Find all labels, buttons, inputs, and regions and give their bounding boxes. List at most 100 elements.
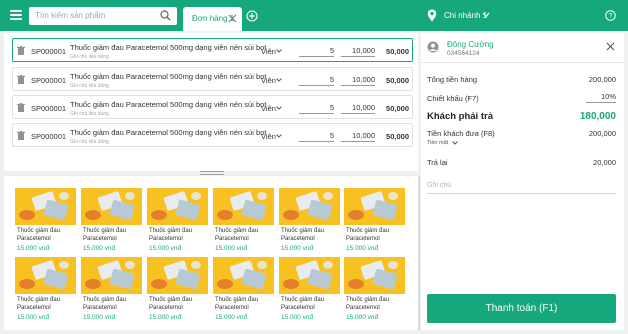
payable-label: Khách phải trả	[427, 111, 493, 122]
quantity-input[interactable]: 5	[299, 131, 334, 142]
chevron-down-icon[interactable]	[276, 134, 282, 138]
product-card[interactable]: Thuốc giảm đau Paracetemol 500mg... 15.00…	[344, 257, 405, 321]
cart-row[interactable]: SP000001 Thuốc giảm đau Paracetemol 500m…	[12, 123, 413, 147]
cart-row[interactable]: SP000001 Thuốc giảm đau Paracetemol 500m…	[12, 38, 413, 62]
product-name: Thuốc giảm đau Paracetemol 500mg dạng vi…	[70, 72, 267, 81]
product-image	[147, 188, 208, 225]
resize-handle[interactable]	[200, 171, 224, 175]
change-label: Trả lại	[427, 158, 448, 167]
checkout-button[interactable]: Thanh toán (F1)	[427, 294, 616, 323]
search-input[interactable]: Tìm kiếm sản phẩm	[29, 7, 177, 25]
product-card-name: Thuốc giảm đau Paracetemol 500mg...	[346, 228, 390, 242]
divider	[421, 62, 624, 63]
dose-note[interactable]: Ghi chú liều dùng	[70, 54, 109, 60]
dose-note[interactable]: Ghi chú liều dùng	[70, 111, 109, 117]
help-icon[interactable]: ?	[605, 10, 616, 21]
chevron-down-icon[interactable]	[452, 141, 458, 145]
product-card[interactable]: Thuốc giảm đau Paracetemol 500mg... 15.00…	[81, 257, 142, 321]
quantity-input[interactable]: 5	[299, 103, 334, 114]
tab-order-1[interactable]: Đơn hàng 1	[183, 7, 242, 31]
product-card-name: Thuốc giảm đau Paracetemol 500mg...	[83, 228, 127, 242]
price-input[interactable]: 10,000	[341, 131, 375, 142]
add-tab-icon[interactable]	[246, 10, 258, 22]
chevron-down-icon[interactable]	[276, 106, 282, 110]
product-image	[279, 188, 340, 225]
trash-icon[interactable]	[17, 131, 25, 140]
price-input[interactable]: 10,000	[341, 103, 375, 114]
product-card-name: Thuốc giảm đau Paracetemol 500mg...	[83, 297, 127, 311]
menu-icon[interactable]	[10, 10, 22, 20]
product-image	[15, 188, 76, 225]
product-name: Thuốc giảm đau Paracetemol 500mg dạng vi…	[70, 128, 267, 137]
product-card-name: Thuốc giảm đau Paracetemol 500mg...	[17, 228, 61, 242]
price-input[interactable]: 10,000	[341, 46, 375, 57]
product-card-price: 15.000 vnđ	[17, 245, 50, 252]
note-underline	[427, 193, 616, 194]
price-input[interactable]: 10,000	[341, 75, 375, 86]
quantity-input[interactable]: 5	[299, 75, 334, 86]
product-image	[279, 257, 340, 294]
product-card-name: Thuốc giảm đau Paracetemol 500mg...	[281, 228, 325, 242]
cart-list: SP000001 Thuốc giảm đau Paracetemol 500m…	[4, 33, 418, 171]
paid-input[interactable]: 200,000	[589, 129, 616, 138]
product-card-price: 15.000 vnđ	[149, 314, 182, 321]
product-card[interactable]: Thuốc giảm đau Paracetemol 500mg... 15.00…	[213, 188, 274, 252]
product-grid: Thuốc giảm đau Paracetemol 500mg... 15.00…	[4, 176, 418, 330]
subtotal-value: 200,000	[588, 75, 616, 84]
line-total: 50,000	[386, 76, 409, 85]
product-card-price: 15.000 vnđ	[83, 245, 116, 252]
product-card[interactable]: Thuốc giảm đau Paracetemol 500mg... 15.00…	[213, 257, 274, 321]
product-code: SP000001	[31, 104, 67, 113]
product-image	[344, 257, 405, 294]
customer-name[interactable]: Đông Cường	[447, 40, 494, 49]
close-icon[interactable]	[606, 42, 615, 51]
product-card-name: Thuốc giảm đau Paracetemol 500mg...	[281, 297, 325, 311]
payment-method-select[interactable]: Tiền mặt	[427, 140, 448, 146]
close-tab-icon[interactable]	[228, 14, 237, 23]
product-image	[81, 188, 142, 225]
svg-text:?: ?	[609, 13, 613, 20]
product-card[interactable]: Thuốc giảm đau Paracetemol 500mg... 15.00…	[15, 257, 76, 321]
discount-input[interactable]: 10%	[586, 92, 616, 103]
search-icon[interactable]	[160, 10, 171, 21]
chevron-down-icon[interactable]	[482, 12, 490, 18]
chevron-down-icon[interactable]	[276, 49, 282, 53]
dose-note[interactable]: Ghi chú liều dùng	[70, 83, 109, 89]
branch-selector[interactable]: Chi nhánh 1	[444, 11, 487, 20]
trash-icon[interactable]	[17, 103, 25, 112]
product-card[interactable]: Thuốc giảm đau Paracetemol 500mg... 15.00…	[279, 188, 340, 252]
payment-panel: Đông Cường 034564124 Tổng tiền hàng 200,…	[421, 33, 624, 330]
line-total: 50,000	[386, 47, 409, 56]
product-card[interactable]: Thuốc giảm đau Paracetemol 500mg... 15.00…	[81, 188, 142, 252]
product-card-price: 15.000 vnđ	[215, 245, 248, 252]
product-card-price: 15.000 vnđ	[17, 314, 50, 321]
chevron-down-icon[interactable]	[276, 78, 282, 82]
note-input[interactable]: Ghi chú	[427, 182, 451, 189]
trash-icon[interactable]	[17, 75, 25, 84]
unit-select[interactable]: Viên	[261, 47, 276, 56]
product-card[interactable]: Thuốc giảm đau Paracetemol 500mg... 15.00…	[344, 188, 405, 252]
product-card-name: Thuốc giảm đau Paracetemol 500mg...	[17, 297, 61, 311]
unit-select[interactable]: Viên	[261, 76, 276, 85]
product-card[interactable]: Thuốc giảm đau Paracetemol 500mg... 15.00…	[147, 188, 208, 252]
unit-select[interactable]: Viên	[261, 132, 276, 141]
product-image	[213, 257, 274, 294]
product-card-name: Thuốc giảm đau Paracetemol 500mg...	[149, 297, 193, 311]
scrollbar[interactable]	[418, 176, 420, 330]
payable-value: 180,000	[579, 111, 616, 122]
customer-phone: 034564124	[447, 50, 480, 57]
cart-row[interactable]: SP000001 Thuốc giảm đau Paracetemol 500m…	[12, 95, 413, 119]
product-card[interactable]: Thuốc giảm đau Paracetemol 500mg... 15.00…	[147, 257, 208, 321]
product-code: SP000001	[31, 76, 67, 85]
trash-icon[interactable]	[17, 46, 25, 55]
product-card-price: 15.000 vnđ	[83, 314, 116, 321]
product-card[interactable]: Thuốc giảm đau Paracetemol 500mg... 15.00…	[279, 257, 340, 321]
quantity-input[interactable]: 5	[299, 46, 334, 57]
product-card[interactable]: Thuốc giảm đau Paracetemol 500mg... 15.00…	[15, 188, 76, 252]
product-card-name: Thuốc giảm đau Paracetemol 500mg...	[149, 228, 193, 242]
cart-row[interactable]: SP000001 Thuốc giảm đau Paracetemol 500m…	[12, 67, 413, 91]
product-card-price: 15.000 vnđ	[149, 245, 182, 252]
product-image	[147, 257, 208, 294]
dose-note[interactable]: Ghi chú liều dùng	[70, 139, 109, 145]
unit-select[interactable]: Viên	[261, 104, 276, 113]
